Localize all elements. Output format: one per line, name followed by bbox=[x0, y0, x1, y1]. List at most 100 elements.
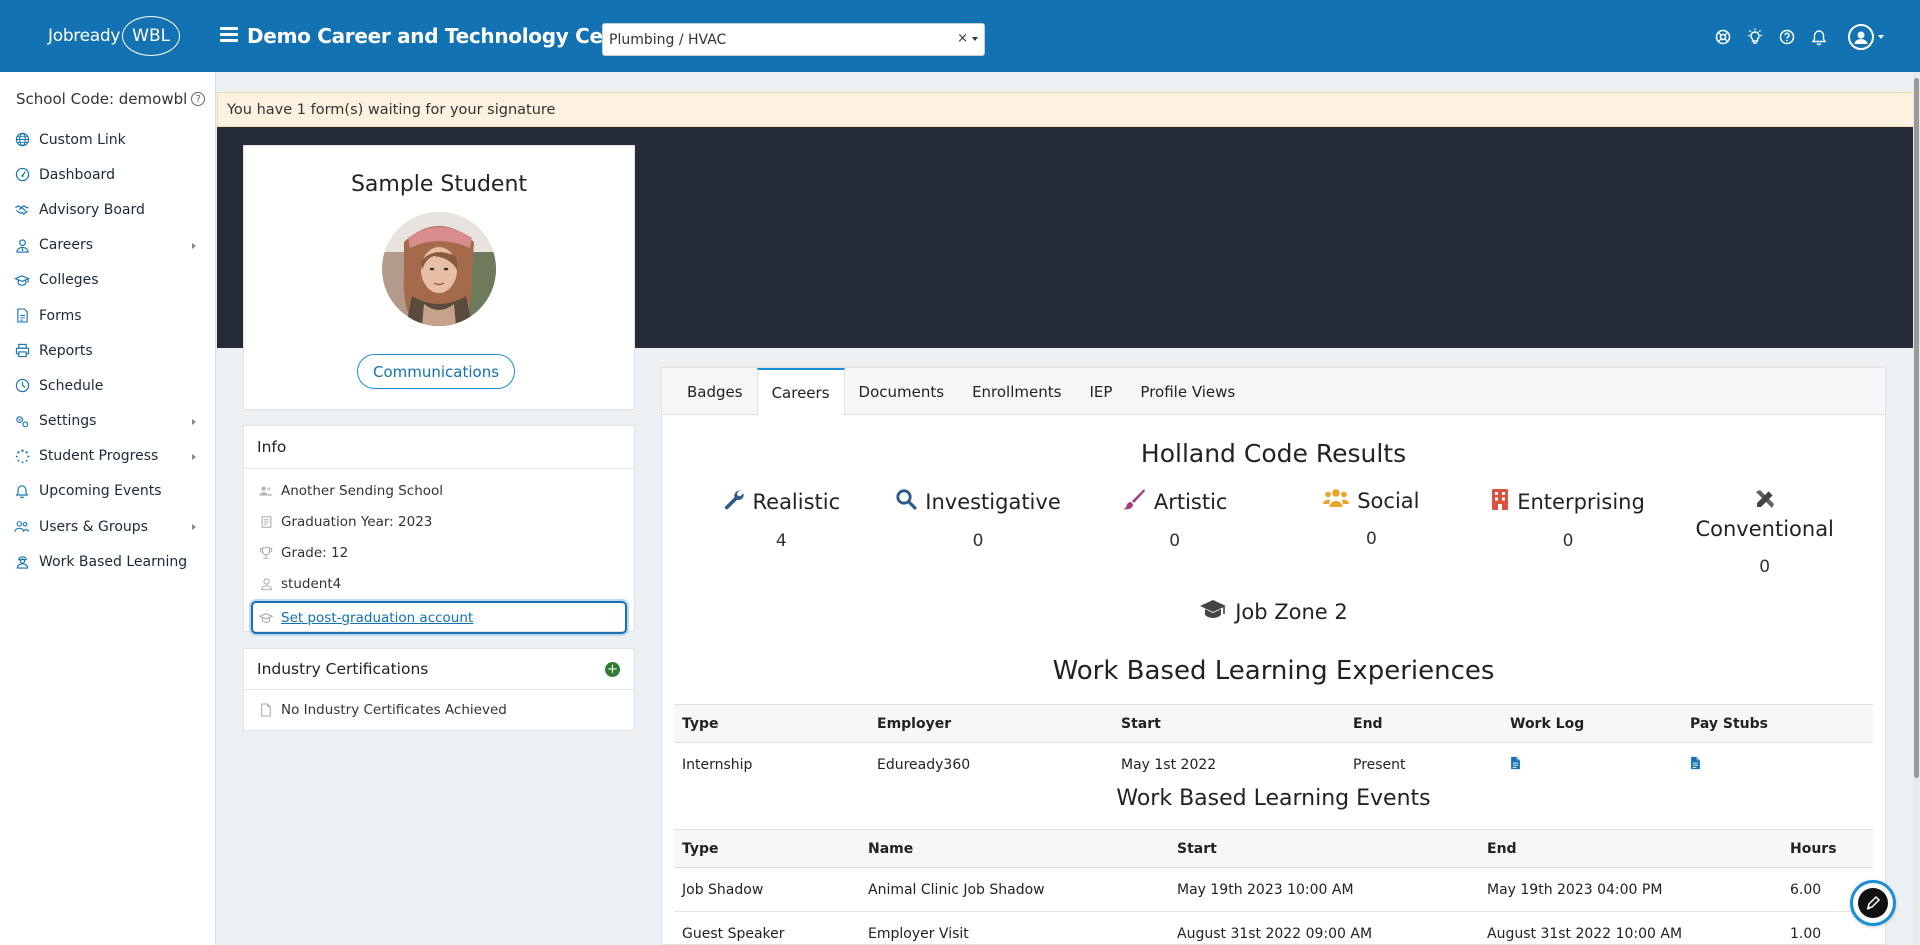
wbl-events-title: Work Based Learning Events bbox=[1116, 786, 1431, 811]
user-icon bbox=[259, 577, 273, 591]
bell-icon bbox=[14, 483, 30, 499]
signature-alert[interactable]: You have 1 form(s) waiting for your sign… bbox=[217, 92, 1914, 127]
program-select[interactable]: Plumbing / HVAC × bbox=[602, 23, 985, 56]
sidebar-item-schedule[interactable]: Schedule bbox=[0, 368, 216, 403]
column-header[interactable]: Name bbox=[860, 829, 1169, 868]
student-photo bbox=[382, 212, 496, 326]
sidebar-item-reports[interactable]: Reports bbox=[0, 333, 216, 368]
info-row-graduation-year: Graduation Year: 2023 bbox=[244, 506, 634, 537]
profile-tabs: Badges Careers Documents Enrollments IEP… bbox=[662, 368, 1885, 416]
communications-button[interactable]: Communications bbox=[357, 354, 515, 389]
wbl-experiences-title: Work Based Learning Experiences bbox=[1052, 656, 1495, 686]
column-header[interactable]: Start bbox=[1113, 704, 1345, 743]
holland-investigative: Investigative 0 bbox=[880, 488, 1077, 577]
event-type: Job Shadow bbox=[674, 867, 860, 912]
holland-realistic: Realistic 4 bbox=[683, 488, 880, 577]
post-graduation-row[interactable]: Set post-graduation account bbox=[251, 601, 627, 634]
column-header[interactable]: Pay Stubs bbox=[1682, 704, 1873, 743]
sidebar-item-colleges[interactable]: Colleges bbox=[0, 263, 216, 298]
scrollbar-thumb[interactable] bbox=[1914, 78, 1919, 778]
chevron-down-icon[interactable] bbox=[1878, 35, 1884, 39]
holland-value: 0 bbox=[1759, 557, 1771, 577]
column-header[interactable]: End bbox=[1345, 704, 1502, 743]
school-code-text: School Code: demowbl bbox=[16, 90, 188, 108]
tab-badges[interactable]: Badges bbox=[673, 368, 757, 415]
calendar-icon bbox=[259, 515, 273, 529]
clear-selection-icon[interactable]: × bbox=[957, 31, 968, 46]
add-certification-icon[interactable]: + bbox=[605, 662, 620, 677]
logo-badge: WBL bbox=[122, 16, 181, 56]
set-post-graduation-link[interactable]: Set post-graduation account bbox=[281, 610, 473, 626]
holland-value: 0 bbox=[1365, 529, 1377, 549]
sidebar-item-label: Colleges bbox=[39, 272, 99, 289]
holland-enterprising: Enterprising 0 bbox=[1470, 488, 1667, 577]
holland-title: Holland Code Results bbox=[1140, 439, 1407, 468]
help-icon[interactable] bbox=[1778, 28, 1796, 46]
user-menu[interactable] bbox=[1842, 24, 1884, 50]
certifications-header: Industry Certifications + bbox=[244, 649, 634, 690]
chevron-down-icon[interactable] bbox=[972, 37, 978, 41]
column-header[interactable]: Employer bbox=[869, 704, 1113, 743]
table-row[interactable]: Guest Speaker Employer Visit August 31st… bbox=[674, 911, 1873, 944]
experience-employer: Eduready360 bbox=[877, 756, 971, 773]
printer-icon bbox=[14, 343, 30, 359]
sidebar-item-settings[interactable]: Settings bbox=[0, 404, 216, 439]
main-panel: Badges Careers Documents Enrollments IEP… bbox=[661, 367, 1886, 945]
tab-careers[interactable]: Careers bbox=[756, 368, 845, 416]
sidebar-item-custom-link[interactable]: Custom Link bbox=[0, 122, 216, 157]
info-row-text: Grade: 12 bbox=[281, 544, 349, 561]
graduation-cap-icon bbox=[14, 272, 30, 288]
pay-stubs-file-icon[interactable] bbox=[1690, 756, 1701, 774]
column-header[interactable]: Work Log bbox=[1502, 704, 1682, 743]
chevron-right-icon bbox=[192, 242, 196, 249]
column-header[interactable]: Start bbox=[1169, 829, 1479, 868]
sidebar-item-forms[interactable]: Forms bbox=[0, 298, 216, 333]
page-scrollbar[interactable] bbox=[1913, 72, 1920, 945]
sidebar-item-label: Schedule bbox=[39, 377, 104, 394]
bell-icon[interactable] bbox=[1810, 28, 1828, 46]
holland-code-grid: Realistic 4 Investigative 0 Artistic 0 S… bbox=[683, 488, 1863, 577]
holland-value: 0 bbox=[972, 531, 984, 551]
clock-icon bbox=[14, 378, 30, 394]
column-header[interactable]: Type bbox=[674, 829, 860, 868]
tab-profile-views[interactable]: Profile Views bbox=[1126, 368, 1249, 415]
work-log-file-icon[interactable] bbox=[1510, 756, 1521, 774]
holland-name: Conventional bbox=[1695, 517, 1834, 541]
support-icon[interactable] bbox=[1714, 28, 1732, 46]
sidebar-item-users-groups[interactable]: Users & Groups bbox=[0, 509, 216, 544]
sidebar-item-dashboard[interactable]: Dashboard bbox=[0, 157, 216, 192]
info-row-school: Another Sending School bbox=[244, 475, 634, 506]
top-bar: Jobready WBL Demo Career and Technology … bbox=[0, 0, 1920, 72]
tab-iep[interactable]: IEP bbox=[1075, 368, 1126, 415]
info-row-text: Graduation Year: 2023 bbox=[281, 513, 433, 530]
column-header[interactable]: End bbox=[1479, 829, 1782, 868]
job-zone-text: Job Zone 2 bbox=[1235, 599, 1348, 624]
table-row: Internship Eduready360 May 1st 2022 Pres… bbox=[674, 743, 1873, 787]
sidebar-item-work-based-learning[interactable]: Work Based Learning bbox=[0, 544, 216, 579]
holland-artistic: Artistic 0 bbox=[1076, 488, 1273, 577]
table-row[interactable]: Job Shadow Animal Clinic Job Shadow May … bbox=[674, 867, 1873, 912]
tab-documents[interactable]: Documents bbox=[845, 368, 959, 415]
sidebar-item-upcoming-events[interactable]: Upcoming Events bbox=[0, 474, 216, 509]
sidebar-item-careers[interactable]: Careers bbox=[0, 228, 216, 263]
hamburger-menu-icon[interactable] bbox=[220, 27, 238, 43]
people-icon bbox=[1323, 488, 1350, 513]
top-icons bbox=[1714, 24, 1884, 50]
help-icon[interactable]: ? bbox=[191, 92, 206, 106]
logo[interactable]: Jobready WBL bbox=[48, 16, 181, 56]
certifications-title: Industry Certifications bbox=[257, 660, 429, 678]
user-avatar-icon[interactable] bbox=[1848, 24, 1874, 50]
column-header[interactable]: Hours bbox=[1782, 829, 1873, 868]
sidebar-item-advisory-board[interactable]: Advisory Board bbox=[0, 192, 216, 227]
holland-value: 4 bbox=[775, 531, 787, 551]
floating-pencil-button[interactable] bbox=[1850, 880, 1896, 926]
column-header[interactable]: Type bbox=[674, 704, 869, 743]
sidebar-item-label: Reports bbox=[39, 342, 93, 359]
holland-name: Social bbox=[1357, 488, 1420, 513]
profile-card: Sample Student Communications bbox=[243, 145, 635, 410]
lightbulb-icon[interactable] bbox=[1746, 28, 1764, 46]
tab-enrollments[interactable]: Enrollments bbox=[958, 368, 1075, 415]
school-code: School Code: demowbl ? bbox=[16, 90, 206, 108]
program-select-value: Plumbing / HVAC bbox=[609, 31, 727, 48]
sidebar-item-student-progress[interactable]: Student Progress bbox=[0, 439, 216, 474]
